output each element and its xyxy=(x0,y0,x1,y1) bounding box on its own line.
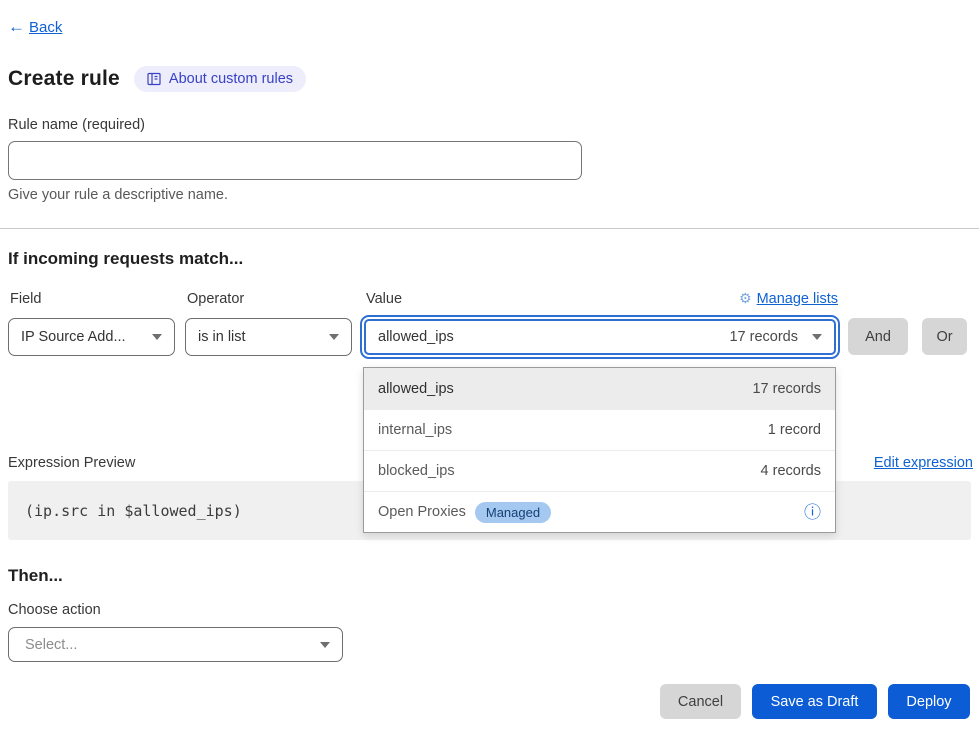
list-option-open-proxies[interactable]: Open Proxies Managed ⓘ xyxy=(364,491,835,532)
value-select-record-count: 17 records xyxy=(729,329,798,345)
deploy-button[interactable]: Deploy xyxy=(888,684,970,719)
action-select[interactable]: Select... xyxy=(8,627,343,662)
list-option-record-count: 4 records xyxy=(761,463,821,479)
list-option-allowed-ips[interactable]: allowed_ips 17 records xyxy=(364,368,835,409)
list-option-record-count: 1 record xyxy=(768,422,821,438)
rule-name-input[interactable] xyxy=(8,141,582,180)
manage-lists-label: Manage lists xyxy=(757,291,838,307)
back-arrow-icon: ← xyxy=(8,17,25,37)
section-divider xyxy=(0,228,979,229)
value-label: Value xyxy=(366,291,402,307)
or-button[interactable]: Or xyxy=(922,318,967,355)
list-option-internal-ips[interactable]: internal_ips 1 record xyxy=(364,409,835,450)
expression-preview-label: Expression Preview xyxy=(8,455,135,471)
gear-icon: ⚙ xyxy=(739,290,752,307)
value-dropdown-menu: allowed_ips 17 records internal_ips 1 re… xyxy=(363,367,836,533)
chevron-down-icon xyxy=(152,334,162,340)
cancel-button[interactable]: Cancel xyxy=(660,684,741,719)
value-select[interactable]: allowed_ips 17 records xyxy=(364,319,836,355)
book-icon xyxy=(147,72,161,86)
value-select-value: allowed_ips xyxy=(378,329,454,345)
list-option-name: blocked_ips xyxy=(378,463,455,479)
back-link-label: Back xyxy=(29,19,62,36)
rule-name-label: Rule name (required) xyxy=(8,117,145,133)
title-row: Create rule About custom rules xyxy=(8,66,306,92)
operator-label: Operator xyxy=(187,291,244,307)
chevron-down-icon xyxy=(812,334,822,340)
back-link[interactable]: ← Back xyxy=(8,17,62,37)
edit-expression-link[interactable]: Edit expression xyxy=(874,455,973,471)
and-button[interactable]: And xyxy=(848,318,908,355)
info-icon[interactable]: ⓘ xyxy=(804,504,821,521)
operator-select-value: is in list xyxy=(198,329,246,345)
field-label: Field xyxy=(10,291,41,307)
about-badge-label: About custom rules xyxy=(169,71,293,87)
list-option-name: allowed_ips xyxy=(378,381,454,397)
field-select-value: IP Source Add... xyxy=(21,329,126,345)
create-rule-page: ← Back Create rule About custom rules Ru… xyxy=(0,0,979,739)
about-custom-rules-link[interactable]: About custom rules xyxy=(134,66,306,92)
managed-badge: Managed xyxy=(475,502,551,523)
operator-select[interactable]: is in list xyxy=(185,318,352,356)
list-option-name: internal_ips xyxy=(378,422,452,438)
field-select[interactable]: IP Source Add... xyxy=(8,318,175,356)
action-select-placeholder: Select... xyxy=(25,637,77,653)
chevron-down-icon xyxy=(329,334,339,340)
manage-lists-link[interactable]: ⚙ Manage lists xyxy=(739,290,838,307)
match-section-heading: If incoming requests match... xyxy=(8,249,243,269)
expression-code: (ip.src in $allowed_ips) xyxy=(25,502,242,520)
choose-action-label: Choose action xyxy=(8,602,101,618)
save-as-draft-button[interactable]: Save as Draft xyxy=(752,684,877,719)
rule-name-help-text: Give your rule a descriptive name. xyxy=(8,187,228,203)
list-option-name: Open Proxies xyxy=(378,504,466,520)
page-title: Create rule xyxy=(8,67,120,91)
then-section-heading: Then... xyxy=(8,566,63,586)
list-option-record-count: 17 records xyxy=(752,381,821,397)
list-option-blocked-ips[interactable]: blocked_ips 4 records xyxy=(364,450,835,491)
chevron-down-icon xyxy=(320,642,330,648)
